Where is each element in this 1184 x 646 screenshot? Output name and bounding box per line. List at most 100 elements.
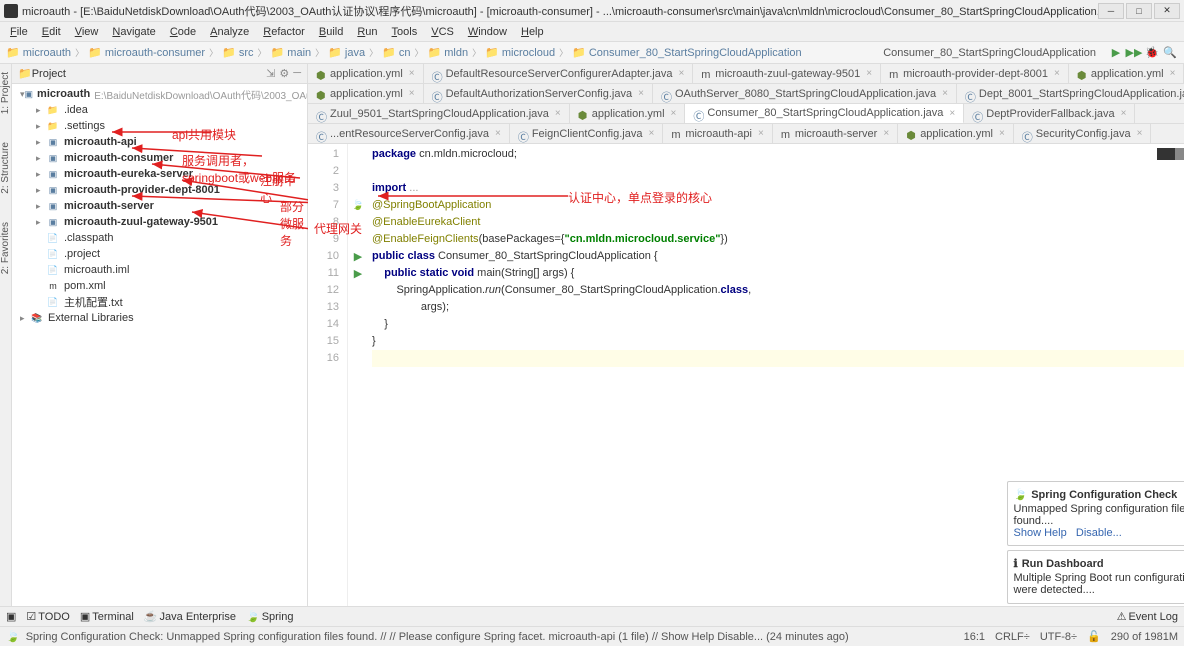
menu-window[interactable]: Window	[464, 26, 511, 38]
close-icon[interactable]: ×	[758, 128, 764, 139]
tree-item[interactable]: ▸▣microauth-eureka-server	[12, 166, 307, 182]
code-line[interactable]: }	[372, 333, 1184, 350]
file-encoding[interactable]: UTF-8÷	[1040, 631, 1077, 643]
crumb[interactable]: 📁 microcloud	[485, 46, 555, 59]
menu-refactor[interactable]: Refactor	[259, 26, 309, 38]
close-icon[interactable]: ×	[648, 128, 654, 139]
editor-tab[interactable]: mmicroauth-provider-dept-8001×	[881, 64, 1069, 84]
close-icon[interactable]: ×	[883, 128, 889, 139]
messages-icon[interactable]: ▣	[6, 610, 16, 623]
code-line[interactable]: package cn.mldn.microcloud;	[372, 146, 1184, 163]
editor-tab[interactable]: ⒸFeignClientConfig.java×	[510, 124, 664, 144]
close-icon[interactable]: ×	[678, 68, 684, 79]
crumb[interactable]: 📁 mldn	[428, 46, 469, 59]
crumb[interactable]: 📁 src	[222, 46, 253, 59]
menu-tools[interactable]: Tools	[388, 26, 422, 38]
editor-tab[interactable]: ⒸOAuthServer_8080_StartSpringCloudApplic…	[653, 84, 957, 104]
close-icon[interactable]: ×	[949, 108, 955, 119]
menu-navigate[interactable]: Navigate	[108, 26, 159, 38]
editor-tab[interactable]: ⬢application.yml×	[308, 84, 424, 104]
tree-item[interactable]: ▸▣microauth-api	[12, 134, 307, 150]
external-libraries[interactable]: ▸📚External Libraries	[12, 310, 307, 326]
crumb[interactable]: 📁 microauth	[6, 46, 71, 59]
editor-tab[interactable]: ⒸDefaultResourceServerConfigurerAdapter.…	[424, 64, 694, 84]
tree-item[interactable]: ▸📁.settings	[12, 118, 307, 134]
code-line[interactable]: args);	[372, 299, 1184, 316]
editor-tab[interactable]: ⒸDeptProviderFallback.java×	[964, 104, 1135, 124]
crumb[interactable]: 📁 main	[271, 46, 312, 59]
close-icon[interactable]: ×	[866, 68, 872, 79]
notification[interactable]: ℹRun DashboardMultiple Spring Boot run c…	[1007, 550, 1184, 604]
notif-link[interactable]: Disable...	[1076, 527, 1122, 539]
editor-tab[interactable]: ⬢application.yml×	[1069, 64, 1184, 84]
line-separator[interactable]: CRLF÷	[995, 631, 1030, 643]
run-button[interactable]: ▶	[1108, 45, 1124, 61]
minimize-button[interactable]: ─	[1098, 3, 1124, 19]
hide-icon[interactable]: ─	[293, 67, 301, 80]
event-log-tab[interactable]: ⚠ Event Log	[1117, 610, 1178, 623]
close-icon[interactable]: ×	[409, 88, 415, 99]
close-icon[interactable]: ×	[1170, 68, 1176, 79]
close-button[interactable]: ✕	[1154, 3, 1180, 19]
tree-item[interactable]: ▸📁.idea	[12, 102, 307, 118]
close-icon[interactable]: ×	[1121, 108, 1127, 119]
menu-edit[interactable]: Edit	[38, 26, 65, 38]
git-icon[interactable]: 🔓	[1087, 630, 1101, 643]
code-line[interactable]: @SpringBootApplication	[372, 197, 1184, 214]
tree-item[interactable]: ▸▣microauth-consumer	[12, 150, 307, 166]
menu-code[interactable]: Code	[166, 26, 200, 38]
tree-item[interactable]: ▸▣microauth-zuul-gateway-9501	[12, 214, 307, 230]
editor-tab[interactable]: mmicroauth-zuul-gateway-9501×	[693, 64, 881, 84]
code-line[interactable]: }	[372, 316, 1184, 333]
editor-tab[interactable]: Ⓒ...entResourceServerConfig.java×	[308, 124, 510, 144]
crumb[interactable]: 📁 Consumer_80_StartSpringCloudApplicatio…	[572, 46, 802, 59]
menu-analyze[interactable]: Analyze	[206, 26, 253, 38]
tree-item[interactable]: ▸▣microauth-provider-dept-8001	[12, 182, 307, 198]
code-line[interactable]	[372, 163, 1184, 180]
tree-item[interactable]: ▸▣microauth-server	[12, 198, 307, 214]
crumb[interactable]: 📁 microauth-consumer	[88, 46, 205, 59]
editor-tab[interactable]: ⒸDept_8001_StartSpringCloudApplication.j…	[957, 84, 1184, 104]
close-icon[interactable]: ×	[999, 128, 1005, 139]
editor-tab[interactable]: ⒸSecurityConfig.java×	[1014, 124, 1152, 144]
run-button-2[interactable]: ▶▶	[1126, 45, 1142, 61]
code-line[interactable]: @EnableEurekaClient	[372, 214, 1184, 231]
editor-tab[interactable]: mmicroauth-api×	[663, 124, 772, 144]
debug-button[interactable]: 🐞	[1144, 45, 1160, 61]
editor-tab[interactable]: ⬢application.yml×	[570, 104, 686, 124]
code-line[interactable]: import ...	[372, 180, 1184, 197]
editor-tab[interactable]: ⬢application.yml×	[308, 64, 424, 84]
memory-indicator[interactable]: 290 of 1981M	[1111, 631, 1178, 643]
code-line[interactable]: public static void main(String[] args) {	[372, 265, 1184, 282]
code-line[interactable]	[372, 350, 1184, 367]
java-enterprise-tab[interactable]: ☕ Java Enterprise	[144, 610, 236, 623]
tree-item[interactable]: 📄microauth.iml	[12, 262, 307, 278]
close-icon[interactable]: ×	[409, 68, 415, 79]
close-icon[interactable]: ×	[555, 108, 561, 119]
notif-link[interactable]: Show Help	[1014, 527, 1067, 539]
tree-item[interactable]: mpom.xml	[12, 278, 307, 294]
editor-tab[interactable]: mmicroauth-server×	[773, 124, 898, 144]
maximize-button[interactable]: □	[1126, 3, 1152, 19]
close-icon[interactable]: ×	[1054, 68, 1060, 79]
terminal-tab[interactable]: ▣ Terminal	[80, 610, 134, 623]
close-icon[interactable]: ×	[671, 108, 677, 119]
settings-icon[interactable]: ⚙	[279, 67, 289, 80]
menu-build[interactable]: Build	[315, 26, 347, 38]
menu-help[interactable]: Help	[517, 26, 548, 38]
code-line[interactable]: public class Consumer_80_StartSpringClou…	[372, 248, 1184, 265]
spring-tab[interactable]: 🍃 Spring	[246, 610, 294, 623]
tool-tab[interactable]: 2: Structure	[0, 138, 11, 198]
collapse-icon[interactable]: ⇲	[266, 67, 275, 80]
editor-tab[interactable]: ⒸZuul_9501_StartSpringCloudApplication.j…	[308, 104, 570, 124]
close-icon[interactable]: ×	[1137, 128, 1143, 139]
tree-root[interactable]: ▾▣microauthE:\BaiduNetdiskDownload\OAuth…	[12, 86, 307, 102]
crumb[interactable]: 📁 java	[328, 46, 365, 59]
tool-tab[interactable]: 2: Favorites	[0, 218, 11, 278]
project-tree[interactable]: ▾▣microauthE:\BaiduNetdiskDownload\OAuth…	[12, 84, 307, 606]
tree-item[interactable]: 📄.project	[12, 246, 307, 262]
search-icon[interactable]: 🔍	[1162, 45, 1178, 61]
menu-run[interactable]: Run	[353, 26, 381, 38]
close-icon[interactable]: ×	[638, 88, 644, 99]
crumb[interactable]: 📁 cn	[382, 46, 410, 59]
